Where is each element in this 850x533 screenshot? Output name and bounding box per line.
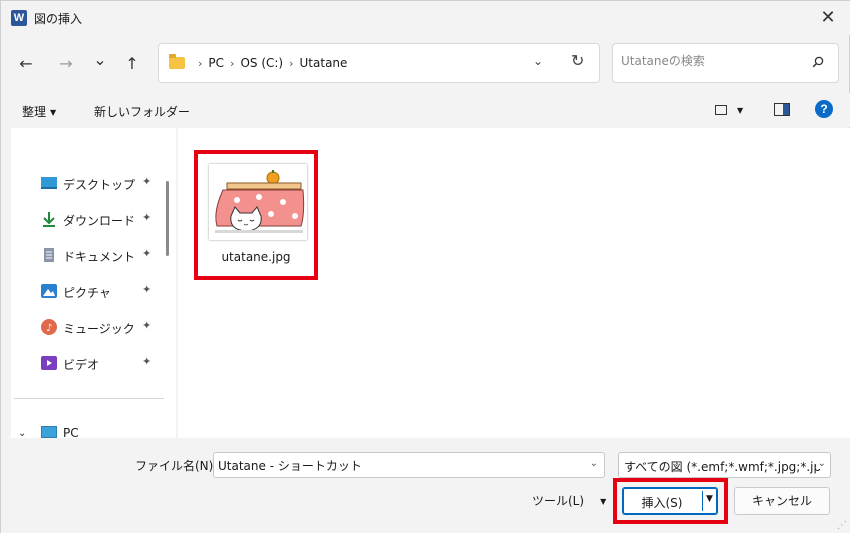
desktop-icon xyxy=(41,177,57,189)
sidebar-item-label: ドキュメント xyxy=(63,250,136,264)
videos-icon xyxy=(41,356,57,370)
sidebar-item-label: ミュージック xyxy=(63,322,135,336)
resize-grip-icon[interactable]: ⋰ xyxy=(837,520,847,531)
insert-label: 挿入(S) xyxy=(641,496,683,510)
insert-picture-dialog: W 図の挿入 ✕ ← → ⌄ ↑ › PC › OS (C:) › Utatane ⌄ ↻… xyxy=(0,0,850,533)
file-item[interactable]: utatane.jpg xyxy=(194,150,318,280)
filetype-value: すべての図 (*.emf;*.wmf;*.jpg;*.jp xyxy=(624,460,822,474)
caret-down-icon: ▼ xyxy=(600,497,607,506)
kotatsu-cat-image xyxy=(209,164,307,240)
change-view-button[interactable]: ▼ xyxy=(715,103,743,117)
title-bar: W 図の挿入 ✕ xyxy=(1,1,850,35)
address-bar[interactable]: › PC › OS (C:) › Utatane ⌄ ↻ xyxy=(158,43,600,83)
back-button[interactable]: ← xyxy=(15,53,37,75)
organize-button[interactable]: 整理 ▼ xyxy=(22,103,56,120)
split-divider xyxy=(702,491,703,511)
sidebar-item-label: ダウンロード xyxy=(63,214,136,228)
breadcrumb-separator: › xyxy=(289,57,294,70)
file-list: utatane.jpg xyxy=(178,128,850,438)
sidebar-item-videos[interactable]: ビデオ ✦ xyxy=(11,345,169,381)
sidebar-item-pc[interactable]: ⌄ PC xyxy=(11,422,169,438)
breadcrumb-drive[interactable]: OS (C:) xyxy=(240,56,283,70)
sidebar-item-label: デスクトップ xyxy=(63,178,136,192)
breadcrumb: › PC › OS (C:) › Utatane xyxy=(192,56,347,70)
sidebar-item-music[interactable]: ♪ ミュージック ✦ xyxy=(11,309,169,345)
svg-text:♪: ♪ xyxy=(46,323,52,334)
view-icon xyxy=(715,105,727,115)
new-folder-button[interactable]: 新しいフォルダー xyxy=(94,103,190,120)
pin-icon: ✦ xyxy=(142,283,152,296)
caret-down-icon[interactable]: ▼ xyxy=(706,494,713,504)
filename-label: ファイル名(N): xyxy=(135,459,218,473)
dialog-footer: ファイル名(N): ⌄ すべての図 (*.emf;*.wmf;*.jpg;*.j… xyxy=(1,438,850,533)
help-icon[interactable]: ? xyxy=(815,100,833,118)
breadcrumb-separator: › xyxy=(198,57,203,70)
chevron-down-icon[interactable]: ⌄ xyxy=(18,428,26,438)
sidebar-item-pictures[interactable]: ピクチャ ✦ xyxy=(11,273,169,309)
close-button[interactable]: ✕ xyxy=(805,1,850,35)
organize-label: 整理 xyxy=(22,105,47,119)
dialog-title: 図の挿入 xyxy=(34,12,83,26)
forward-button[interactable]: → xyxy=(55,53,77,75)
address-dropdown-icon[interactable]: ⌄ xyxy=(533,54,543,68)
pin-icon: ✦ xyxy=(142,211,152,224)
breadcrumb-utatane[interactable]: Utatane xyxy=(300,56,348,70)
filename-field[interactable] xyxy=(218,458,578,472)
navigation-pane-scrollbar[interactable] xyxy=(166,181,169,256)
sidebar-item-documents[interactable]: ドキュメント ✦ xyxy=(11,237,169,273)
divider xyxy=(14,398,164,399)
up-button[interactable]: ↑ xyxy=(121,53,143,75)
filename-combobox[interactable]: ⌄ xyxy=(213,452,605,478)
recent-locations-button[interactable]: ⌄ xyxy=(89,49,111,71)
folder-icon xyxy=(169,54,185,69)
breadcrumb-separator: › xyxy=(230,57,235,70)
sidebar-item-downloads[interactable]: ダウンロード ✦ xyxy=(11,201,169,237)
breadcrumb-pc[interactable]: PC xyxy=(208,56,224,70)
navigation-pane: デスクトップ ✦ ダウンロード ✦ ドキュメント ✦ ピクチャ ✦ ♪ ミュージ… xyxy=(11,128,176,438)
tools-label: ツール(L) xyxy=(532,494,585,508)
caret-down-icon: ▼ xyxy=(737,106,744,115)
insert-button[interactable]: 挿入(S) ▼ xyxy=(622,487,718,515)
download-icon xyxy=(43,212,55,227)
pin-icon: ✦ xyxy=(142,319,152,332)
search-input[interactable] xyxy=(621,54,801,68)
search-icon[interactable] xyxy=(812,56,824,68)
pin-icon: ✦ xyxy=(142,247,152,260)
tools-button[interactable]: ツール(L) ▼ xyxy=(532,492,606,509)
refresh-icon[interactable]: ↻ xyxy=(571,51,584,70)
cancel-button[interactable]: キャンセル xyxy=(734,487,830,515)
pictures-icon xyxy=(41,284,57,298)
caret-down-icon: ▼ xyxy=(50,108,57,117)
documents-icon xyxy=(44,248,54,262)
filetype-select[interactable]: すべての図 (*.emf;*.wmf;*.jpg;*.jp ⌄ xyxy=(618,452,831,478)
navigation-row: ← → ⌄ ↑ › PC › OS (C:) › Utatane ⌄ ↻ xyxy=(1,35,850,93)
sidebar-item-label: ピクチャ xyxy=(63,286,111,300)
search-box[interactable] xyxy=(612,43,839,83)
command-bar: 整理 ▼ 新しいフォルダー ▼ ? xyxy=(1,93,850,127)
chevron-down-icon[interactable]: ⌄ xyxy=(590,458,598,469)
file-name: utatane.jpg xyxy=(221,250,291,264)
sidebar-item-label: ビデオ xyxy=(63,358,100,372)
music-icon: ♪ xyxy=(41,319,57,335)
pin-icon: ✦ xyxy=(142,175,152,188)
pc-icon xyxy=(41,426,57,438)
pin-icon: ✦ xyxy=(142,355,152,368)
word-app-icon: W xyxy=(11,10,27,26)
chevron-down-icon[interactable]: ⌄ xyxy=(815,458,826,469)
preview-pane-icon[interactable] xyxy=(774,103,790,116)
sidebar-item-label: PC xyxy=(63,426,79,438)
sidebar-item-desktop[interactable]: デスクトップ ✦ xyxy=(11,165,169,201)
